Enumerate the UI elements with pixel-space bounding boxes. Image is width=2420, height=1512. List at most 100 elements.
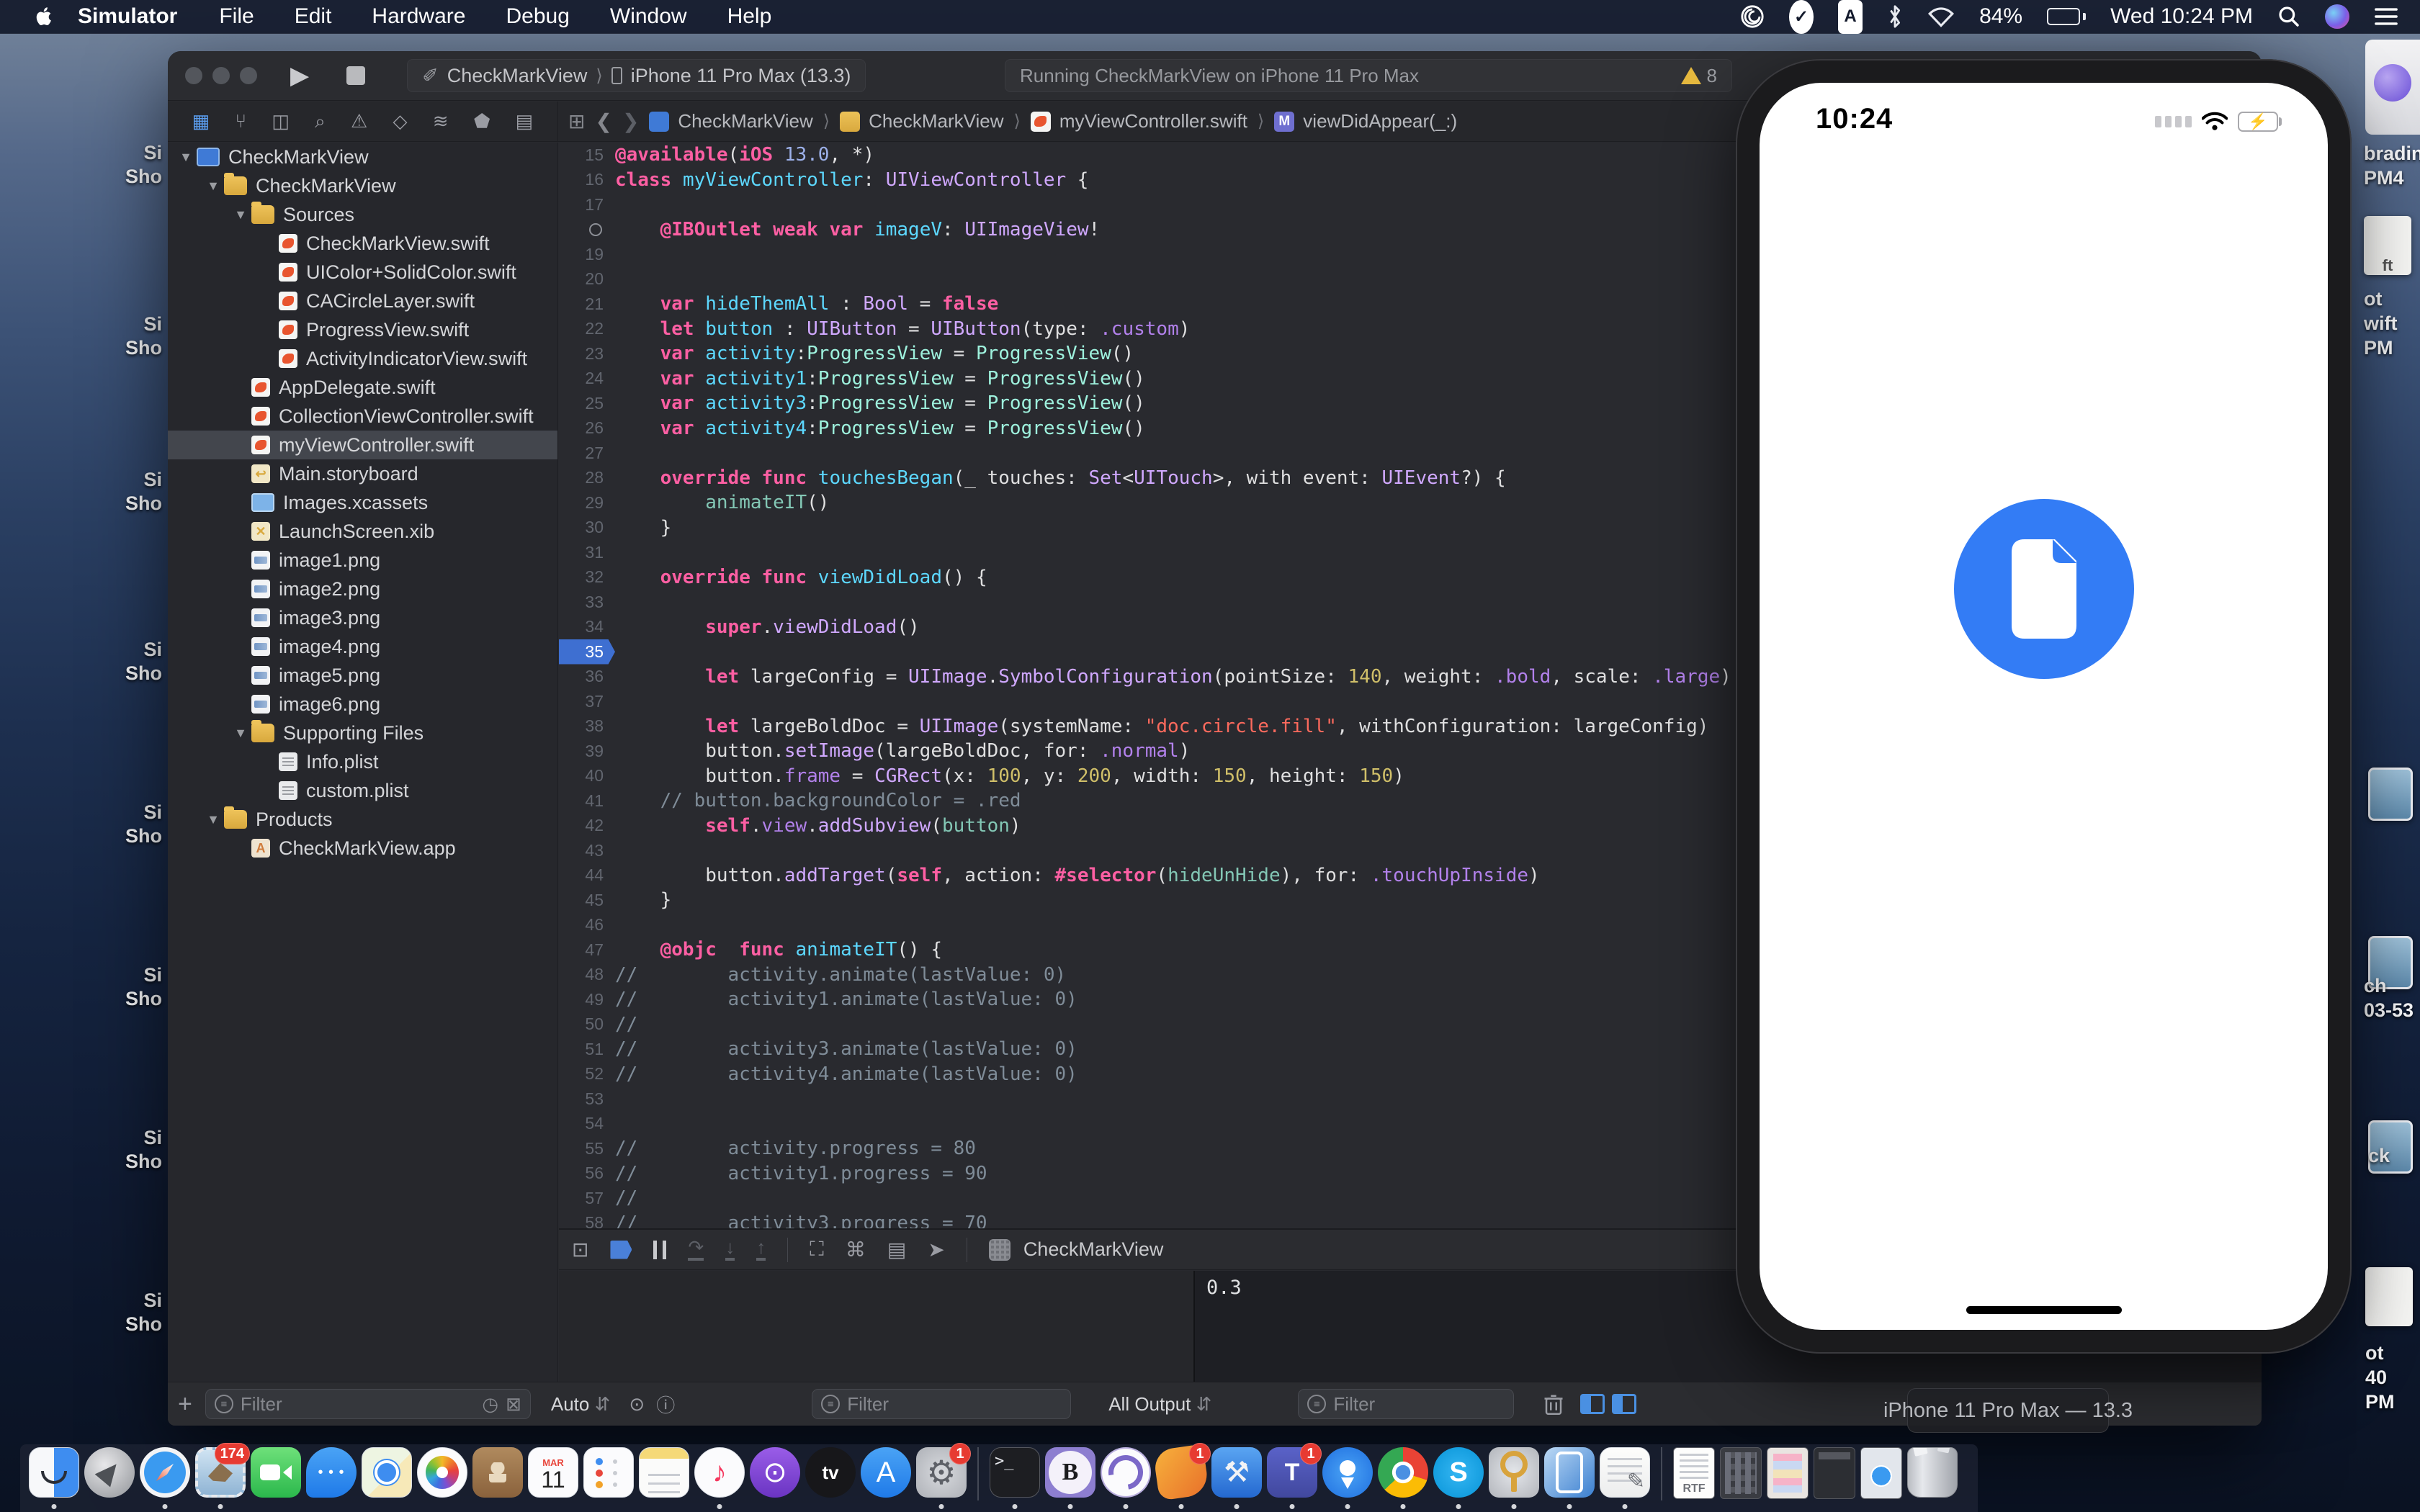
symbol-navigator-icon[interactable]: ◫ xyxy=(272,110,290,132)
dock-item-xcode[interactable] xyxy=(1211,1447,1262,1498)
scm-filter-icon[interactable]: ⊠ xyxy=(506,1393,521,1416)
console-filter-field[interactable]: ≡ Filter xyxy=(1298,1389,1514,1419)
dock-item-launchpad[interactable] xyxy=(84,1447,135,1498)
line-number[interactable]: 43 xyxy=(559,838,615,863)
minimize-window-button[interactable] xyxy=(212,67,230,84)
line-number[interactable]: 54 xyxy=(559,1112,615,1137)
desktop-file-label[interactable]: ch03-53 xyxy=(2364,973,2414,1022)
Calendar[interactable]: MAR11 xyxy=(528,1447,578,1498)
battery-icon[interactable] xyxy=(2047,0,2086,34)
Trash[interactable] xyxy=(1907,1447,1958,1498)
navigator-row[interactable]: ▼Supporting Files xyxy=(168,719,557,747)
navigator-row[interactable]: ACheckMarkView.app xyxy=(168,834,557,863)
Music[interactable] xyxy=(694,1447,745,1498)
step-out-button[interactable]: ↑ xyxy=(756,1239,766,1261)
desktop-file-label[interactable]: otwiftPM xyxy=(2364,287,2398,360)
line-number[interactable]: 39 xyxy=(559,739,615,764)
environment-overrides-button[interactable]: ▤ xyxy=(887,1238,906,1261)
navigator-row[interactable]: ▼Products xyxy=(168,805,557,834)
line-number[interactable]: 45 xyxy=(559,888,615,913)
Reminders[interactable] xyxy=(583,1447,634,1498)
desktop-file-label[interactable]: SiSho xyxy=(0,468,162,516)
dock-item-music[interactable] xyxy=(694,1447,745,1498)
variables-scope-selector[interactable]: Auto ⇵ xyxy=(551,1393,611,1416)
menu-app-name[interactable]: Simulator xyxy=(60,4,199,29)
Launchpad[interactable] xyxy=(84,1447,135,1498)
issue-navigator-icon[interactable]: ⚠ xyxy=(351,110,367,132)
line-number[interactable]: 46 xyxy=(559,913,615,938)
line-number[interactable]: 21 xyxy=(559,292,615,317)
source-control-navigator-icon[interactable]: ⑂ xyxy=(235,110,246,132)
line-number[interactable]: 58 xyxy=(559,1211,615,1229)
navigator-row[interactable]: UIColor+SolidColor.swift xyxy=(168,258,557,287)
desktop-swift-file-icon[interactable]: ft xyxy=(2364,216,2411,275)
line-number[interactable]: 34 xyxy=(559,615,615,640)
dock-item-reminders[interactable] xyxy=(583,1447,634,1498)
dock-item-bbedit[interactable]: B xyxy=(1045,1447,1095,1498)
Messages[interactable] xyxy=(306,1447,357,1498)
show-console-toggle[interactable] xyxy=(1612,1394,1636,1414)
desktop-image-file-icon[interactable] xyxy=(2368,768,2413,821)
navigator-row[interactable]: myViewController.swift xyxy=(168,431,557,459)
variables-view[interactable] xyxy=(559,1271,1193,1387)
line-number[interactable]: 51 xyxy=(559,1037,615,1062)
line-number[interactable]: 17 xyxy=(559,192,615,217)
breakpoint-navigator-icon[interactable]: ⬟ xyxy=(474,110,490,132)
line-number[interactable]: 16 xyxy=(559,168,615,193)
minimized-window[interactable] xyxy=(1720,1447,1762,1499)
desktop-file-label[interactable]: SiSho xyxy=(0,312,162,360)
step-into-button[interactable]: ↓ xyxy=(725,1239,735,1261)
line-number[interactable]: 38 xyxy=(559,714,615,739)
disclosure-triangle[interactable]: ▼ xyxy=(230,207,251,222)
menu-item-file[interactable]: File xyxy=(199,4,274,29)
line-number[interactable]: 52 xyxy=(559,1062,615,1087)
clear-console-icon[interactable] xyxy=(1543,1392,1564,1416)
desktop-file-label[interactable]: ck xyxy=(2368,1143,2390,1168)
process-name[interactable]: CheckMarkView xyxy=(1023,1238,1164,1261)
menu-item-help[interactable]: Help xyxy=(707,4,792,29)
line-number[interactable]: 23 xyxy=(559,341,615,366)
scheme-selector[interactable]: ✐ CheckMarkView ⟩ iPhone 11 Pro Max (13.… xyxy=(407,59,866,92)
line-number[interactable]: 40 xyxy=(559,764,615,789)
find-navigator-icon[interactable]: ⌕ xyxy=(315,110,326,133)
line-number[interactable]: 53 xyxy=(559,1086,615,1112)
navigator-row[interactable]: CollectionViewController.swift xyxy=(168,402,557,431)
line-number[interactable]: 20 xyxy=(559,267,615,292)
stop-button[interactable] xyxy=(346,66,365,85)
dock-item-bittorrent[interactable] xyxy=(1101,1447,1151,1498)
navigator-row[interactable]: custom.plist xyxy=(168,776,557,805)
debug-navigator-icon[interactable]: ≋ xyxy=(433,110,449,132)
line-number[interactable]: 36 xyxy=(559,665,615,690)
desktop-file-label[interactable]: SiSho xyxy=(0,1126,162,1174)
desktop-file-label[interactable]: SiSho xyxy=(0,638,162,685)
recent-files-icon[interactable]: ◷ xyxy=(482,1393,498,1416)
console-scope-selector[interactable]: All Output ⇵ xyxy=(1108,1393,1211,1416)
battery-percent[interactable]: 84% xyxy=(1979,0,2022,34)
line-number[interactable]: 32 xyxy=(559,565,615,590)
simulator-screen[interactable]: 10:24 ⚡ xyxy=(1760,83,2328,1330)
Photos[interactable] xyxy=(417,1447,467,1498)
step-over-button[interactable]: ↷ xyxy=(688,1239,704,1261)
dock-item-simulator[interactable] xyxy=(1544,1447,1595,1498)
dock-item-maps[interactable] xyxy=(362,1447,412,1498)
navigator-row[interactable]: ActivityIndicatorView.swift xyxy=(168,344,557,373)
menu-clock[interactable]: Wed 10:24 PM xyxy=(2110,0,2253,34)
menu-item-hardware[interactable]: Hardware xyxy=(351,4,485,29)
Xcode[interactable] xyxy=(1211,1447,1262,1498)
dock-item-min-dark2[interactable] xyxy=(1814,1447,1855,1499)
FaceTime[interactable] xyxy=(251,1447,301,1498)
scheme-name[interactable]: CheckMarkView xyxy=(447,65,588,87)
desktop-file-label[interactable]: SiSho xyxy=(0,801,162,848)
breadcrumb[interactable]: CheckMarkView⟩CheckMarkView⟩myViewContro… xyxy=(649,110,1457,132)
line-number[interactable]: 25 xyxy=(559,391,615,416)
line-number[interactable]: 47 xyxy=(559,937,615,963)
disclosure-triangle[interactable]: ▼ xyxy=(175,150,197,165)
Keychain Access[interactable] xyxy=(1489,1447,1539,1498)
line-number[interactable]: 31 xyxy=(559,540,615,565)
bluetooth-icon[interactable] xyxy=(1887,0,1903,34)
forward-button[interactable]: ❯ xyxy=(622,109,639,133)
add-button[interactable]: + xyxy=(178,1390,192,1418)
navigator-row[interactable]: ▼CheckMarkView xyxy=(168,171,557,200)
line-number[interactable]: 50 xyxy=(559,1012,615,1038)
project-navigator-icon[interactable]: ▦ xyxy=(192,110,210,132)
